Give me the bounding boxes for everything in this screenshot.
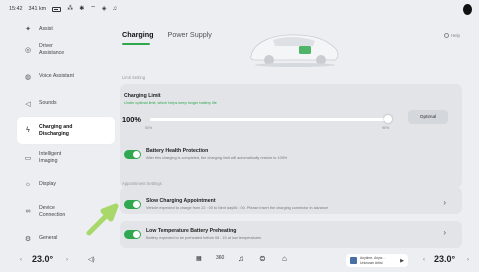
preheating-row[interactable]: Low Temperature Battery Preheating Batte… bbox=[120, 221, 462, 248]
sidebar-item-assist[interactable]: ✦ Assist bbox=[17, 22, 115, 36]
sidebar-item-voice-assistant[interactable]: ◍ Voice Assistant bbox=[17, 63, 115, 90]
help-label: Help bbox=[450, 33, 460, 38]
appointment-section-label: Appointment Settings bbox=[122, 181, 162, 186]
sidebar-item-label: Intelligent Imaging bbox=[39, 151, 62, 164]
sidebar-item-label: Device Connection bbox=[39, 205, 66, 218]
sidebar-item-sounds[interactable]: ◁ Sounds bbox=[17, 90, 115, 117]
bluetooth-icon: ✱ bbox=[79, 6, 85, 12]
status-time: 15:42 bbox=[9, 6, 23, 12]
sidebar-item-charging[interactable]: ϟ Charging and Discharging bbox=[17, 117, 115, 144]
chevron-right-icon: › bbox=[443, 198, 446, 207]
sidebar-item-intelligent-imaging[interactable]: ▭ Intelligent Imaging bbox=[17, 144, 115, 171]
battery-icon bbox=[52, 6, 62, 12]
link-icon: ∞ bbox=[25, 208, 31, 215]
temp-right-down-icon[interactable]: ‹ bbox=[423, 257, 425, 263]
main-panel: Charging Power Supply Help Limit Setting… bbox=[120, 22, 462, 248]
charging-limit-subtitle: Under optimal limit, which helps keep lo… bbox=[124, 101, 217, 105]
slow-charging-title: Slow Charging Appointment bbox=[146, 198, 216, 204]
battery-health-toggle[interactable] bbox=[124, 150, 141, 159]
sidebar-item-driver-assistance[interactable]: ◎ Driver Assistance bbox=[17, 36, 115, 63]
temp-left-down-icon[interactable]: ‹ bbox=[20, 257, 22, 263]
temp-right-up-icon[interactable]: › bbox=[467, 257, 469, 263]
slider-thumb[interactable] bbox=[384, 115, 392, 123]
sun-icon: ☼ bbox=[24, 181, 32, 188]
slow-charging-row[interactable]: Slow Charging Appointment Vehicle expect… bbox=[120, 187, 462, 214]
wifi-icon: ⌔ bbox=[90, 6, 96, 12]
location-icon: ◈ bbox=[101, 6, 107, 12]
sidebar-item-label: General bbox=[39, 235, 58, 242]
tab-charging[interactable]: Charging bbox=[122, 30, 154, 45]
slow-charging-toggle[interactable] bbox=[124, 200, 141, 209]
chevron-right-icon: › bbox=[443, 228, 446, 237]
tab-power-supply[interactable]: Power Supply bbox=[168, 30, 212, 39]
bottom-dock: ‹ 23.0° › ◁) ▦ 360 ♫ ⊜ ⌂ Anytime, Anyw… … bbox=[0, 250, 479, 272]
sidebar-item-label: Charging and Discharging bbox=[39, 124, 73, 137]
preheating-title: Low Temperature Battery Preheating bbox=[146, 228, 237, 234]
help-icon bbox=[443, 33, 449, 38]
slider-min-tick: 50% bbox=[145, 126, 153, 130]
charging-limit-card: Charging Limit Under optimal limit, whic… bbox=[120, 84, 462, 188]
gear-icon: ⚙ bbox=[24, 235, 32, 243]
home-icon[interactable]: ⌂ bbox=[282, 254, 287, 263]
charging-limit-value: 100% bbox=[122, 115, 141, 124]
media-subtitle: Unknown Artist bbox=[360, 260, 383, 265]
preheating-subtitle: Battery expected to be preheated before … bbox=[146, 236, 262, 240]
apps-icon[interactable]: ▦ bbox=[196, 255, 202, 262]
optimal-button[interactable]: Optimal bbox=[408, 110, 448, 124]
camera-icon: ▭ bbox=[24, 154, 32, 162]
screen: 15:42 341 km ⁂ ✱ ⌔ ◈ ♫ ✦ Assist ◎ Driver… bbox=[0, 0, 479, 272]
slider-fill bbox=[150, 118, 388, 121]
battery-health-title: Battery Health Protection bbox=[146, 148, 209, 154]
preheating-toggle[interactable] bbox=[124, 230, 141, 239]
profile-avatar[interactable] bbox=[463, 4, 472, 15]
signal-icon: ⁂ bbox=[67, 6, 74, 12]
status-range: 341 km bbox=[28, 6, 47, 12]
sidebar-item-label: Driver Assistance bbox=[39, 43, 65, 56]
help-link[interactable]: Help bbox=[443, 33, 460, 38]
car-image bbox=[250, 34, 339, 67]
left-temperature[interactable]: 23.0° bbox=[32, 254, 53, 264]
status-bar: 15:42 341 km ⁂ ✱ ⌔ ◈ ♫ bbox=[0, 0, 479, 18]
media-text: Anytime, Anyw… Unknown Artist bbox=[360, 256, 386, 264]
volume-icon[interactable]: ◁) bbox=[88, 256, 95, 263]
pointer-arrow-icon bbox=[86, 203, 119, 236]
charging-icon: ϟ bbox=[26, 127, 30, 134]
assist-icon: ✦ bbox=[25, 26, 31, 33]
tab-bar: Charging Power Supply bbox=[122, 30, 212, 45]
sidebar-item-label: Voice Assistant bbox=[39, 73, 74, 80]
car-icon[interactable]: ⊜ bbox=[259, 254, 266, 263]
charging-limit-title: Charging Limit bbox=[124, 93, 161, 99]
play-icon[interactable]: ▶ bbox=[400, 258, 404, 264]
sidebar-item-display[interactable]: ☼ Display bbox=[17, 171, 115, 198]
bell-icon: ♫ bbox=[112, 6, 117, 12]
slow-charging-subtitle: Vehicle expected to charge from 22 : 00 … bbox=[146, 206, 328, 210]
camera-360-icon[interactable]: 360 bbox=[216, 255, 224, 261]
music-icon[interactable]: ♫ bbox=[238, 254, 244, 263]
media-player[interactable]: Anytime, Anyw… Unknown Artist ▶ bbox=[346, 254, 408, 267]
slider-max-tick: 90% bbox=[382, 126, 390, 130]
sidebar-item-label: Assist bbox=[39, 25, 53, 32]
battery-health-subtitle: After this charging is completed, the ch… bbox=[146, 156, 288, 160]
speaker-icon: ◁ bbox=[25, 100, 31, 108]
temp-left-up-icon[interactable]: › bbox=[66, 257, 68, 263]
limit-section-label: Limit Setting bbox=[122, 75, 146, 80]
right-temperature[interactable]: 23.0° bbox=[434, 254, 455, 264]
voice-icon: ◍ bbox=[24, 73, 32, 81]
charging-limit-slider[interactable] bbox=[150, 115, 392, 123]
steering-icon: ◎ bbox=[24, 46, 32, 54]
album-art bbox=[350, 257, 357, 264]
sidebar-item-label: Sounds bbox=[39, 100, 57, 107]
sidebar-item-label: Display bbox=[39, 181, 57, 188]
